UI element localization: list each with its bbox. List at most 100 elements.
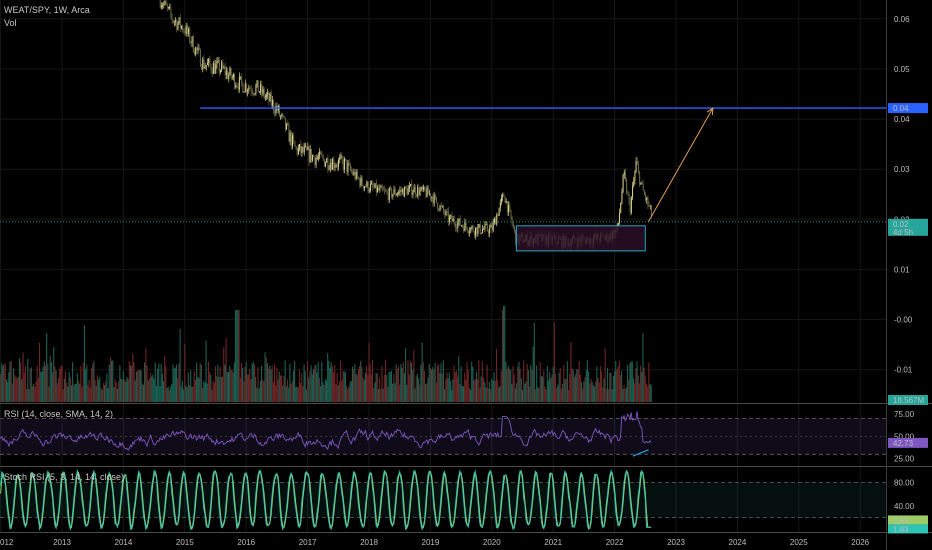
volume-bar — [251, 363, 253, 402]
volume-bar — [576, 369, 578, 402]
volume-bar — [167, 386, 169, 402]
rsi-legend[interactable]: RSI (14, close, SMA, 14, 2) — [4, 409, 113, 419]
rsi-tick-label: 25.00 — [894, 455, 915, 464]
candle-body — [400, 190, 402, 192]
candle-body — [266, 94, 268, 97]
volume-bar — [14, 375, 16, 402]
candle-body — [310, 149, 312, 161]
stoch-legend[interactable]: Stoch RSI (5, 3, 14, 14, close) — [4, 472, 124, 482]
volume-bar — [269, 365, 271, 402]
volume-bar — [419, 384, 421, 402]
volume-bar — [311, 374, 313, 402]
volume-bar — [113, 387, 115, 402]
volume-bar — [616, 369, 618, 402]
volume-bar — [523, 360, 525, 402]
volume-bar — [154, 362, 156, 402]
price-tick-label: -0.00 — [894, 316, 913, 325]
volume-bar — [582, 388, 584, 402]
candle-body — [470, 227, 472, 232]
volume-bar — [337, 385, 339, 402]
volume-bar — [185, 385, 187, 402]
candle-body — [446, 211, 448, 213]
volume-bar — [160, 364, 162, 402]
candle-body — [371, 183, 373, 185]
candle-body — [407, 188, 409, 195]
volume-bar — [444, 389, 446, 402]
volume-bar — [271, 365, 273, 402]
volume-bar — [187, 372, 189, 402]
candle-body — [627, 193, 629, 195]
candle-body — [284, 117, 286, 130]
candle-body — [185, 25, 187, 34]
candle-body — [163, 3, 165, 6]
volume-bar — [418, 378, 420, 402]
volume-bar — [198, 378, 200, 402]
volume-bar — [329, 367, 331, 402]
volume-bar — [162, 381, 165, 402]
candle-body — [329, 162, 331, 169]
candle-body — [373, 186, 375, 188]
candle-body — [630, 197, 632, 213]
candle-body — [414, 187, 416, 195]
candle-body — [645, 194, 647, 200]
volume-bar — [70, 385, 72, 402]
volume-bar — [438, 364, 440, 402]
volume-bar — [539, 361, 541, 402]
volume-bar — [225, 338, 227, 402]
volume-bar — [571, 368, 573, 402]
volume-bar — [276, 367, 278, 402]
volume-bar — [308, 377, 310, 402]
volume-bar — [279, 375, 281, 402]
candle-body — [179, 17, 181, 28]
time-tick-label: 2017 — [299, 538, 317, 547]
candle-body — [358, 177, 360, 179]
candle-body — [471, 226, 473, 228]
volume-bar — [17, 376, 19, 402]
volume-bar — [49, 355, 51, 402]
volume-bar — [614, 371, 616, 402]
candle-body — [445, 211, 447, 215]
volume-bar — [530, 364, 532, 402]
volume-bar — [421, 342, 423, 402]
candle-body — [393, 189, 395, 194]
candle-body — [256, 80, 258, 86]
candle-body — [492, 222, 494, 231]
candle-body — [228, 74, 230, 79]
volume-legend[interactable]: Vol — [4, 18, 17, 28]
candle-body — [267, 92, 269, 95]
volume-bar — [598, 382, 600, 402]
candle-body — [622, 174, 624, 192]
volume-bar — [338, 381, 341, 402]
volume-bar — [275, 385, 277, 402]
volume-bar — [475, 371, 477, 402]
volume-bar — [316, 372, 318, 402]
chart-background — [0, 0, 932, 550]
volume-bar — [255, 376, 257, 402]
volume-bar — [618, 360, 620, 402]
volume-bar — [420, 364, 422, 402]
candle-body — [391, 188, 393, 198]
candle-body — [247, 90, 249, 92]
volume-bar — [199, 362, 201, 402]
volume-bar — [570, 342, 572, 402]
candle-body — [316, 157, 318, 159]
time-tick-label: 2016 — [237, 538, 255, 547]
volume-bar — [18, 358, 21, 402]
candle-body — [168, 7, 170, 8]
volume-bar — [317, 361, 319, 402]
volume-bar — [335, 384, 337, 402]
volume-bar — [601, 371, 603, 402]
candle-body — [206, 62, 208, 66]
volume-bar — [371, 360, 374, 402]
volume-bar — [246, 374, 248, 402]
candle-body — [385, 190, 387, 192]
symbol-title[interactable]: WEAT/SPY, 1W, Arca — [4, 5, 90, 15]
candle-body — [431, 196, 433, 199]
volume-bar — [481, 361, 483, 402]
volume-bar — [448, 372, 450, 402]
volume-bar — [480, 376, 482, 402]
candle-body — [269, 93, 271, 102]
volume-bar — [472, 367, 474, 402]
volume-bar — [118, 381, 120, 402]
volume-bar — [407, 360, 409, 402]
